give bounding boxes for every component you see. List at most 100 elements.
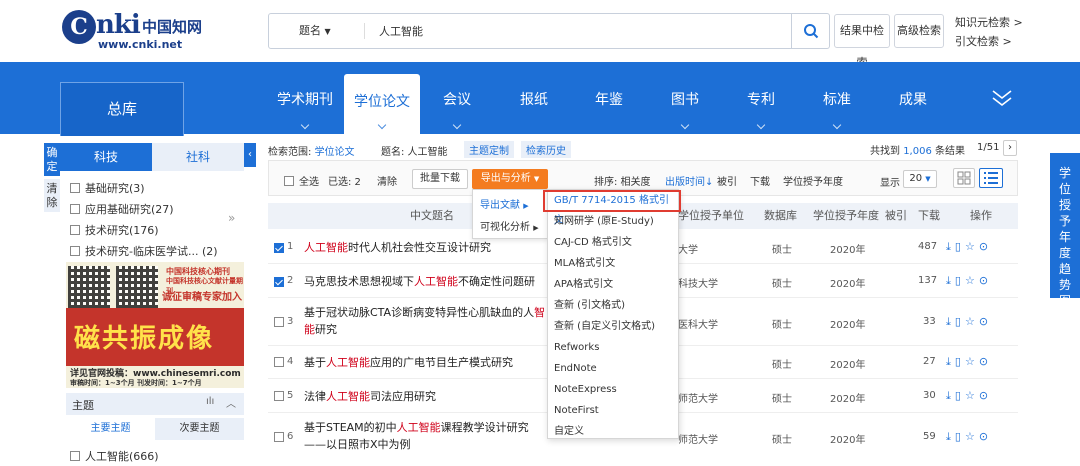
cnki-logo[interactable]: C nki 中国知网 www.cnki.net	[60, 8, 210, 52]
download-icon[interactable]: ⤓	[946, 240, 955, 253]
favorite-icon[interactable]: ☆	[965, 355, 979, 368]
degree-year-trend-tab[interactable]: 学位授予年度趋势图	[1050, 153, 1080, 308]
col-year[interactable]: 学位授予年度	[813, 203, 879, 229]
checkbox[interactable]	[70, 451, 80, 461]
cite-icon[interactable]: ⊙	[979, 240, 992, 253]
col-downloads[interactable]: 下载	[918, 203, 940, 229]
read-icon[interactable]: ▯	[955, 315, 965, 328]
result-title-link[interactable]: 基于STEAM的初中人工智能课程教学设计研究 ——以日照市X中为例	[304, 419, 529, 453]
download-icon[interactable]: ⤓	[946, 355, 955, 368]
filter-item[interactable]: 技术研究-临床医学试... (2)	[70, 243, 218, 261]
list-view-button[interactable]	[979, 168, 1003, 188]
menu-item-novelty-custom[interactable]: 查新 (自定义引文格式)	[554, 317, 655, 337]
sort-relevance[interactable]: 排序: 相关度	[594, 173, 651, 188]
row-unit[interactable]: 医科大学	[678, 316, 718, 331]
download-icon[interactable]: ⤓	[946, 315, 955, 328]
nav-home-tab[interactable]: 总库	[60, 82, 184, 136]
batch-download-button[interactable]: 批量下载	[412, 169, 468, 189]
row-checkbox[interactable]	[274, 243, 284, 253]
row-checkbox[interactable]	[274, 317, 284, 327]
download-icon[interactable]: ⤓	[946, 430, 955, 443]
result-search-button[interactable]: 结果中检索	[834, 14, 890, 69]
nav-tab-yearbook[interactable]: 年鉴	[578, 62, 640, 134]
theme-facet-header[interactable]: 主题 ılı ︿	[66, 393, 244, 415]
row-downloads[interactable]: 27	[923, 356, 936, 367]
favorite-icon[interactable]: ☆	[965, 315, 979, 328]
menu-item-custom[interactable]: 自定义	[554, 422, 584, 442]
read-icon[interactable]: ▯	[955, 240, 965, 253]
checkbox[interactable]	[70, 225, 80, 235]
result-title-link[interactable]: 人工智能时代人机社会性交互设计研究	[304, 239, 491, 256]
search-input[interactable]	[379, 14, 779, 48]
menu-item-refworks[interactable]: Refworks	[554, 338, 599, 358]
theme-item[interactable]: 人工智能(666)	[70, 448, 159, 466]
collapse-sidebar-button[interactable]: ‹	[244, 143, 256, 167]
export-doc-item[interactable]: 导出文献 ▶	[480, 196, 529, 211]
filter-item[interactable]: 技术研究(176)	[70, 222, 159, 240]
favorite-icon[interactable]: ☆	[965, 274, 979, 287]
journal-ad-banner[interactable]: 中国科技核心期刊 中国科技核心文献计量期刊 诚征审稿专家加入 磁共振成像 详见官…	[66, 262, 244, 388]
citation-search-link[interactable]: 引文检索 >	[955, 33, 1012, 49]
theme-custom-button[interactable]: 主题定制	[464, 141, 514, 158]
sort-download[interactable]: 下载	[750, 173, 770, 188]
row-downloads[interactable]: 59	[923, 431, 936, 442]
row-downloads[interactable]: 487	[918, 241, 937, 252]
row-downloads[interactable]: 30	[923, 390, 936, 401]
sort-cited[interactable]: 被引	[717, 173, 737, 188]
visual-analysis-item[interactable]: 可视化分析 ▶	[480, 218, 539, 233]
row-checkbox[interactable]	[274, 432, 284, 442]
row-checkbox[interactable]	[274, 277, 284, 287]
checkbox[interactable]	[70, 204, 80, 214]
nav-tab-patent[interactable]: 专利	[730, 62, 792, 134]
chevron-up-icon[interactable]: ︿	[226, 395, 236, 410]
result-title-link[interactable]: 马克思技术思想视域下人工智能不确定性问题研	[304, 273, 535, 290]
scope-value[interactable]: 学位论文	[315, 147, 355, 158]
knowledge-search-link[interactable]: 知识元检索 >	[955, 14, 1023, 30]
filter-item[interactable]: 基础研究(3)	[70, 180, 145, 198]
tab-main-theme[interactable]: 主要主题	[66, 418, 155, 440]
cite-icon[interactable]: ⊙	[979, 355, 992, 368]
read-icon[interactable]: ▯	[955, 355, 965, 368]
cite-icon[interactable]: ⊙	[979, 274, 992, 287]
cite-icon[interactable]: ⊙	[979, 389, 992, 402]
menu-item-cajcd[interactable]: CAJ-CD 格式引文	[554, 233, 632, 253]
tab-sub-theme[interactable]: 次要主题	[155, 418, 244, 440]
row-unit[interactable]: 科技大学	[678, 275, 718, 290]
col-cited[interactable]: 被引	[885, 203, 907, 229]
advanced-search-button[interactable]: 高级检索	[894, 14, 944, 48]
tab-social[interactable]: 社科	[152, 143, 244, 171]
nav-tab-standard[interactable]: 标准	[806, 62, 868, 134]
clear-button[interactable]: 清除	[44, 179, 60, 212]
row-checkbox[interactable]	[274, 391, 284, 401]
cite-icon[interactable]: ⊙	[979, 315, 992, 328]
read-icon[interactable]: ▯	[955, 389, 965, 402]
checkbox[interactable]	[70, 246, 80, 256]
tab-tech[interactable]: 科技	[60, 143, 152, 171]
download-icon[interactable]: ⤓	[946, 274, 955, 287]
sort-degree-year[interactable]: 学位授予年度	[783, 173, 843, 188]
row-downloads[interactable]: 137	[918, 275, 937, 286]
nav-tab-newspaper[interactable]: 报纸	[503, 62, 565, 134]
menu-item-endnote[interactable]: EndNote	[554, 359, 597, 379]
cite-icon[interactable]: ⊙	[979, 430, 992, 443]
select-all[interactable]: 全选	[284, 173, 319, 188]
nav-tab-thesis[interactable]: 学位论文	[344, 74, 420, 134]
nav-tab-book[interactable]: 图书	[654, 62, 716, 134]
col-unit[interactable]: 学位授予单位	[678, 203, 744, 229]
sort-pub-time[interactable]: 出版时间↓	[665, 173, 713, 188]
download-icon[interactable]: ⤓	[946, 389, 955, 402]
menu-item-noteexpress[interactable]: NoteExpress	[554, 380, 617, 400]
page-size-select[interactable]: 20 ▼	[903, 170, 937, 188]
result-title-link[interactable]: 基于人工智能应用的广电节目生产模式研究	[304, 354, 513, 371]
expand-nav-button[interactable]	[990, 88, 1014, 108]
checkbox[interactable]	[284, 176, 294, 186]
nav-tab-achievement[interactable]: 成果	[882, 62, 944, 134]
menu-item-notefirst[interactable]: NoteFirst	[554, 401, 599, 421]
read-icon[interactable]: ▯	[955, 430, 965, 443]
favorite-icon[interactable]: ☆	[965, 240, 979, 253]
more-icon[interactable]: »	[228, 211, 235, 225]
menu-item-mla[interactable]: MLA格式引文	[554, 254, 615, 274]
search-history-button[interactable]: 检索历史	[521, 141, 571, 158]
favorite-icon[interactable]: ☆	[965, 430, 979, 443]
checkbox[interactable]	[70, 183, 80, 193]
